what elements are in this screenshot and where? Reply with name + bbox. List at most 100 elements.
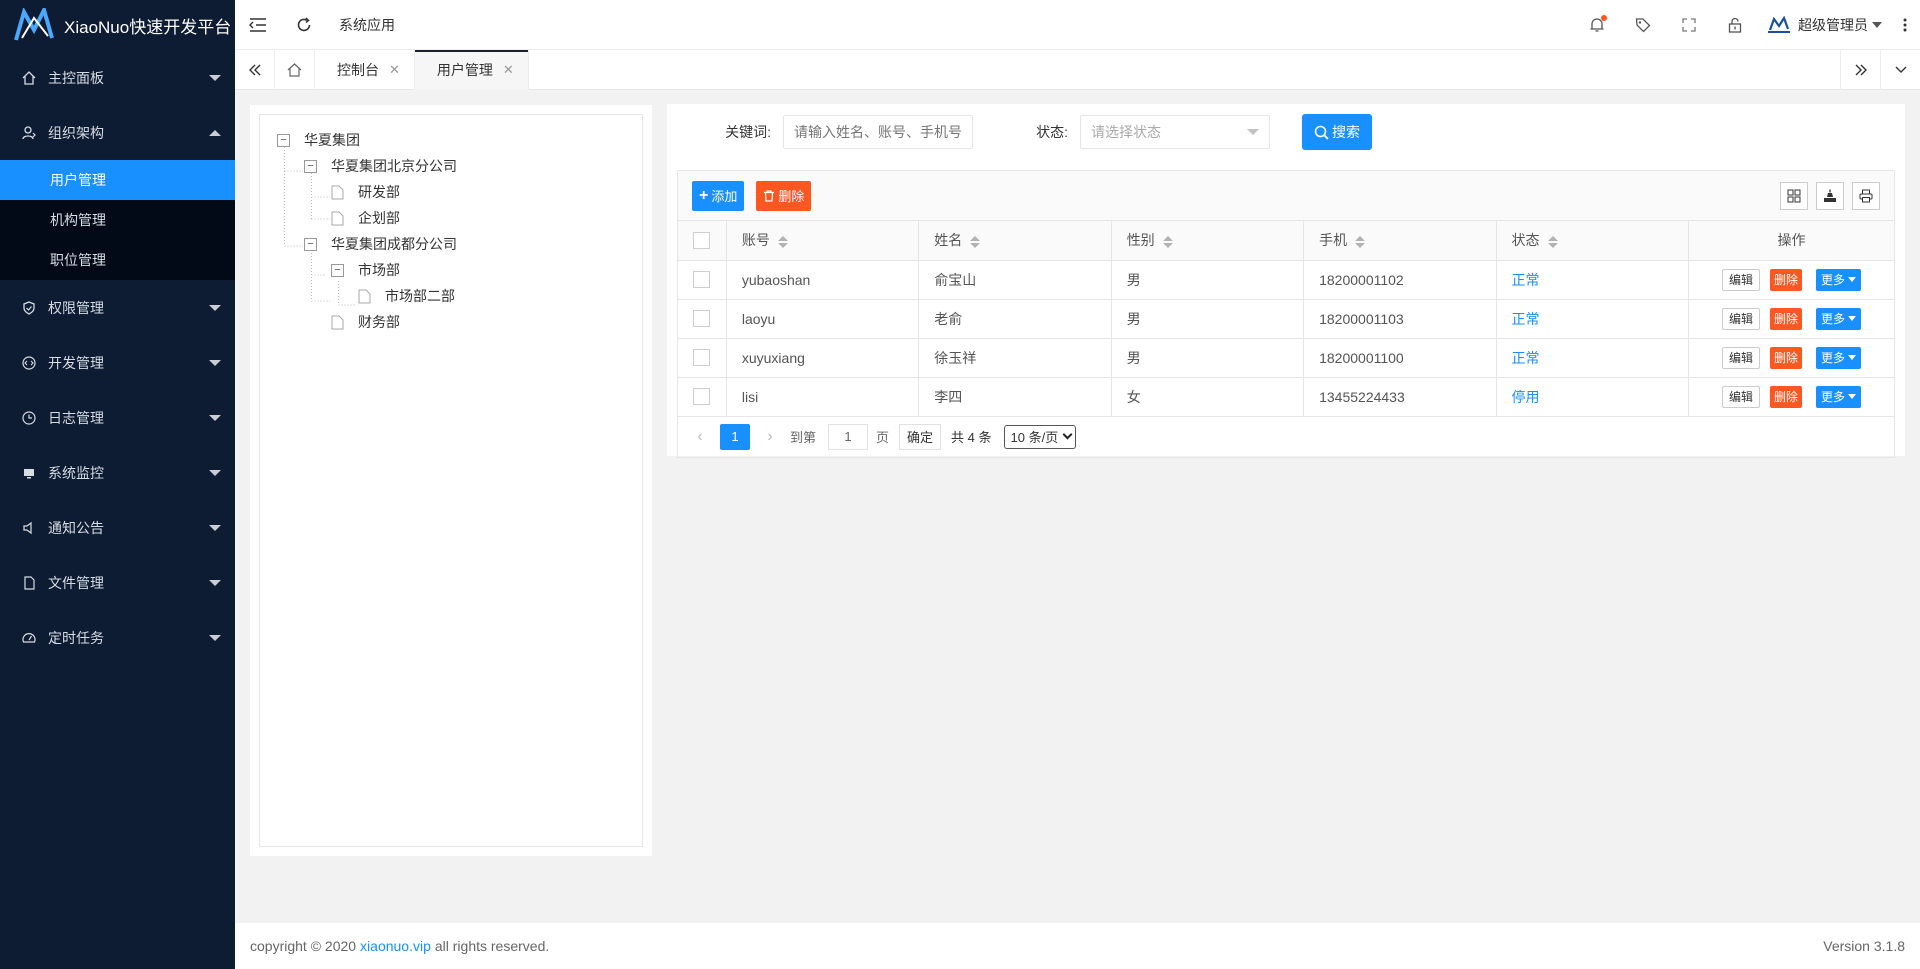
column-header-account[interactable]: 账号 <box>726 221 920 261</box>
column-header-gender[interactable]: 性别 <box>1111 221 1305 261</box>
sort-icon[interactable] <box>970 235 981 248</box>
plus-icon: + <box>699 186 709 204</box>
delete-button[interactable]: 删除 <box>1769 307 1802 330</box>
more-button[interactable]: 更多 <box>1815 268 1861 291</box>
sidebar-item-dashboard[interactable]: 主控面板 <box>0 50 235 105</box>
app-name-link[interactable]: 系统应用 <box>339 15 395 35</box>
columns-filter-button[interactable] <box>1780 181 1808 210</box>
fullscreen-button[interactable] <box>1666 0 1712 50</box>
sidebar-item-position-management[interactable]: 职位管理 <box>0 240 235 280</box>
more-button-label: 更多 <box>1820 273 1845 287</box>
more-button-label: 更多 <box>1820 312 1845 326</box>
more-button[interactable]: 更多 <box>1815 385 1861 408</box>
edit-button[interactable]: 编辑 <box>1721 385 1760 408</box>
edit-button[interactable]: 编辑 <box>1721 346 1760 369</box>
row-checkbox[interactable] <box>693 349 710 367</box>
next-page-icon[interactable]: › <box>760 428 780 446</box>
print-button[interactable] <box>1852 181 1880 210</box>
menu-toggle-button[interactable] <box>235 0 281 50</box>
theme-button[interactable] <box>1620 0 1666 50</box>
more-button[interactable]: 更多 <box>1815 307 1861 330</box>
site-link[interactable]: xiaonuo.vip <box>360 938 431 954</box>
cell-phone: 13455224433 <box>1303 377 1497 417</box>
more-button[interactable]: 更多 <box>1815 346 1861 369</box>
collapse-icon[interactable]: − <box>331 263 344 277</box>
delete-button[interactable]: 删除 <box>1769 268 1802 291</box>
cell-name: 老俞 <box>918 299 1112 339</box>
goto-page-input[interactable]: 1 <box>828 423 869 450</box>
tabs-right-controls <box>1840 50 1920 90</box>
sidebar-item-monitor[interactable]: 系统监控 <box>0 445 235 500</box>
sort-icon[interactable] <box>1547 235 1558 248</box>
notification-button[interactable] <box>1574 0 1620 50</box>
tabs-menu-button[interactable] <box>1880 50 1920 90</box>
select-all-checkbox[interactable] <box>693 232 710 250</box>
edit-button[interactable]: 编辑 <box>1721 268 1760 291</box>
keyword-input[interactable] <box>783 115 973 149</box>
tree-node-planning[interactable]: 企划部 <box>260 205 642 231</box>
tree-node-marketing-2[interactable]: 市场部二部 <box>260 283 642 309</box>
close-icon[interactable]: ✕ <box>503 62 514 78</box>
tab-user-management[interactable]: 用户管理 ✕ <box>414 50 529 90</box>
batch-delete-button[interactable]: 删除 <box>756 180 812 211</box>
row-checkbox[interactable] <box>693 310 710 328</box>
tree-node-marketing[interactable]: − 市场部 <box>260 257 642 283</box>
sidebar-item-schedule[interactable]: 定时任务 <box>0 610 235 665</box>
add-user-button[interactable]: + 添加 <box>692 180 745 211</box>
delete-button[interactable]: 删除 <box>1769 385 1802 408</box>
collapse-icon[interactable]: − <box>304 159 317 173</box>
sidebar-item-dev[interactable]: 开发管理 <box>0 335 235 390</box>
refresh-button[interactable] <box>281 0 327 50</box>
tree-node-finance[interactable]: 财务部 <box>260 309 642 335</box>
prev-page-icon[interactable]: ‹ <box>690 428 710 446</box>
edit-button[interactable]: 编辑 <box>1721 307 1760 330</box>
cell-gender: 男 <box>1111 338 1305 378</box>
keyword-label: 关键词: <box>725 124 771 140</box>
search-button[interactable]: 搜索 <box>1302 114 1372 150</box>
tabs-scroll-left-button[interactable] <box>235 50 275 90</box>
sidebar-item-user-management[interactable]: 用户管理 <box>0 160 235 200</box>
tabs-scroll-right-button[interactable] <box>1840 50 1880 90</box>
row-checkbox[interactable] <box>693 271 710 289</box>
user-menu[interactable]: 超级管理员 <box>1758 15 1890 35</box>
tree-node-huaxia[interactable]: − 华夏集团 <box>260 127 642 153</box>
delete-button[interactable]: 删除 <box>1769 346 1802 369</box>
sidebar-item-org-management[interactable]: 机构管理 <box>0 200 235 240</box>
tree-node-chengdu[interactable]: − 华夏集团成都分公司 <box>260 231 642 257</box>
tabs-bar: 控制台 ✕ 用户管理 ✕ <box>235 50 1920 90</box>
status-select[interactable]: 请选择状态 <box>1080 115 1270 149</box>
table-tools <box>1772 181 1880 210</box>
monitor-icon <box>20 464 38 482</box>
tree-node-rnd[interactable]: 研发部 <box>260 179 642 205</box>
more-menu-button[interactable] <box>1890 0 1920 50</box>
collapse-icon[interactable]: − <box>304 237 317 251</box>
sort-icon[interactable] <box>1162 235 1173 248</box>
cell-status: 正常 <box>1496 338 1689 378</box>
sort-icon[interactable] <box>777 235 788 248</box>
tree-node-beijing[interactable]: − 华夏集团北京分公司 <box>260 153 642 179</box>
column-header-status[interactable]: 状态 <box>1496 221 1689 261</box>
sidebar-item-notice[interactable]: 通知公告 <box>0 500 235 555</box>
goto-confirm-button[interactable]: 确定 <box>899 423 942 450</box>
column-header-name[interactable]: 姓名 <box>918 221 1112 261</box>
tab-home[interactable] <box>275 50 315 90</box>
brand-logo[interactable]: XiaoNuo快速开发平台 <box>0 0 235 50</box>
tab-console[interactable]: 控制台 ✕ <box>315 50 415 90</box>
sort-icon[interactable] <box>1355 235 1366 248</box>
page-size-select[interactable]: 10 条/页 <box>1003 424 1077 449</box>
total-count: 共 4 条 <box>951 430 992 445</box>
page-button-current[interactable]: 1 <box>720 423 750 450</box>
export-button[interactable] <box>1816 181 1844 210</box>
sidebar-item-org[interactable]: 组织架构 <box>0 105 235 160</box>
sidebar-item-permission[interactable]: 权限管理 <box>0 280 235 335</box>
cell-gender: 男 <box>1111 260 1305 300</box>
row-checkbox[interactable] <box>693 388 710 406</box>
sidebar-item-log[interactable]: 日志管理 <box>0 390 235 445</box>
print-icon <box>1859 189 1873 202</box>
lock-screen-button[interactable] <box>1712 0 1758 50</box>
sidebar-item-file[interactable]: 文件管理 <box>0 555 235 610</box>
column-header-phone[interactable]: 手机 <box>1303 221 1497 261</box>
status-select-placeholder: 请选择状态 <box>1091 124 1161 140</box>
collapse-icon[interactable]: − <box>277 133 290 147</box>
close-icon[interactable]: ✕ <box>389 62 400 78</box>
